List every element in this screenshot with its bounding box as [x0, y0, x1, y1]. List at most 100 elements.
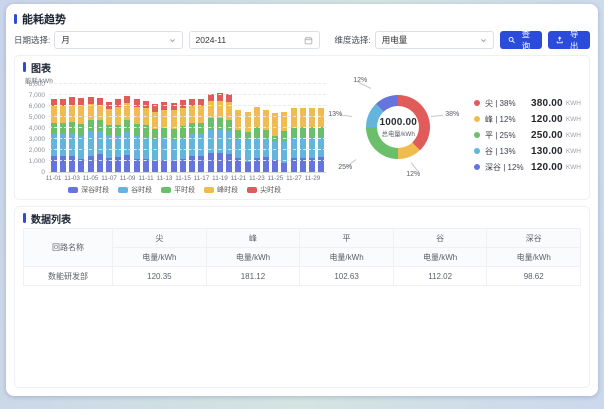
subheader: 电量/kWh — [487, 248, 581, 267]
bar-segment — [60, 156, 66, 172]
bar-segment — [69, 156, 75, 173]
bar-segment — [88, 131, 94, 155]
y-tick: 2,000 — [29, 147, 45, 154]
bar-segment — [124, 155, 130, 172]
legend-dot — [474, 100, 480, 106]
gridline — [49, 105, 326, 106]
bar-segment — [226, 94, 232, 101]
bar-segment — [198, 156, 204, 172]
legend-swatch — [68, 187, 78, 193]
bar-segment — [309, 127, 315, 137]
bar-11-26 — [281, 112, 287, 172]
bar-segment — [78, 124, 84, 136]
query-button[interactable]: 查询 — [500, 31, 542, 49]
bar-11-10 — [134, 99, 140, 172]
bar-segment — [281, 163, 287, 172]
bar-segment — [88, 104, 94, 120]
bar-11-22 — [245, 112, 251, 172]
legend-label: 平时段 — [174, 185, 195, 195]
bar-segment — [217, 153, 223, 172]
legend-value: 120.00 — [531, 114, 563, 125]
date-picker-input[interactable]: 2024-11 — [189, 31, 321, 49]
legend-value: 250.00 — [531, 130, 563, 141]
page-title: 能耗趋势 — [22, 11, 66, 27]
table-header-row: 回路名称 尖 峰 平 谷 深谷 — [24, 229, 581, 248]
bar-segment — [171, 140, 177, 161]
y-tick: 6,000 — [29, 103, 45, 110]
dimension-select-label: 维度选择: — [334, 34, 370, 46]
bar-segment — [97, 154, 103, 172]
y-tick: 5,000 — [29, 114, 45, 121]
gridline — [49, 149, 326, 150]
legend-label: 深谷时段 — [81, 185, 109, 195]
legend-item-深谷时段[interactable]: 深谷时段 — [68, 185, 109, 195]
title-marker — [23, 213, 26, 223]
bar-segment — [180, 126, 186, 138]
legend-value: 380.00 — [531, 98, 563, 109]
calendar-icon — [304, 36, 313, 45]
dimension-select[interactable]: 用电量 — [375, 31, 494, 49]
gridline — [49, 83, 326, 84]
x-tick: 11-03 — [63, 175, 81, 182]
bar-segment — [291, 108, 297, 128]
bar-segment — [69, 97, 75, 105]
bar-11-21 — [235, 110, 241, 172]
bar-segment — [189, 134, 195, 156]
bar-series — [49, 84, 326, 172]
export-button[interactable]: 导出 — [548, 31, 590, 49]
bar-segment — [60, 106, 66, 123]
bar-yticks: 01,0002,0003,0004,0005,0006,0007,0008,00… — [23, 84, 49, 172]
bar-segment — [309, 137, 315, 158]
bar-segment — [97, 131, 103, 154]
bar-segment — [217, 118, 223, 130]
bar-segment — [134, 136, 140, 159]
label-line — [431, 115, 443, 117]
legend-item-谷时段[interactable]: 谷时段 — [118, 185, 152, 195]
donut-percent-label: 12% — [406, 171, 420, 178]
cell-circuit-name: 数能研发部 — [24, 267, 113, 286]
legend-dot — [474, 148, 480, 154]
export-button-label: 导出 — [566, 28, 582, 52]
bar-segment — [245, 140, 251, 161]
bar-segment — [124, 132, 130, 155]
bar-segment — [189, 123, 195, 134]
bar-segment — [171, 161, 177, 172]
gridline — [49, 160, 326, 161]
cell-value: 102.63 — [300, 267, 394, 286]
bar-segment — [208, 118, 214, 130]
bar-11-01 — [51, 99, 57, 172]
stacked-bar-chart: 能耗/kWh 01,0002,0003,0004,0005,0006,0007,… — [23, 75, 326, 195]
bar-segment — [134, 159, 140, 172]
legend-item-尖时段[interactable]: 尖时段 — [247, 185, 281, 195]
col-header-sharp: 尖 — [113, 229, 207, 248]
y-tick: 1,000 — [29, 158, 45, 165]
donut-center-value: 1000.00 — [379, 117, 417, 128]
bar-plot — [49, 84, 326, 173]
bar-segment — [198, 123, 204, 134]
bar-segment — [254, 127, 260, 137]
bar-segment — [198, 134, 204, 157]
donut-legend-item: 深谷 | 12% 120.00 KWH — [474, 162, 581, 173]
legend-swatch — [204, 187, 214, 193]
query-button-label: 查询 — [518, 28, 534, 52]
bar-segment — [318, 137, 324, 157]
x-tick: 11-19 — [211, 175, 229, 182]
donut-center-label: 总电量/kWh — [382, 129, 415, 138]
bar-segment — [281, 131, 287, 141]
cell-value: 181.12 — [206, 267, 300, 286]
legend-unit: KWH — [566, 132, 581, 139]
col-header-valley: 谷 — [393, 229, 487, 248]
x-tick: 11-05 — [81, 175, 99, 182]
x-tick: 11-25 — [266, 175, 284, 182]
legend-item-峰时段[interactable]: 峰时段 — [204, 185, 238, 195]
bar-segment — [189, 156, 195, 173]
bar-segment — [78, 136, 84, 159]
date-type-select[interactable]: 月 — [54, 31, 182, 49]
legend-swatch — [118, 187, 128, 193]
gridline — [49, 127, 326, 128]
legend-dot — [474, 132, 480, 138]
legend-item-平时段[interactable]: 平时段 — [161, 185, 195, 195]
bar-segment — [226, 131, 232, 154]
x-tick: 11-15 — [174, 175, 192, 182]
x-tick: 11-23 — [248, 175, 266, 182]
